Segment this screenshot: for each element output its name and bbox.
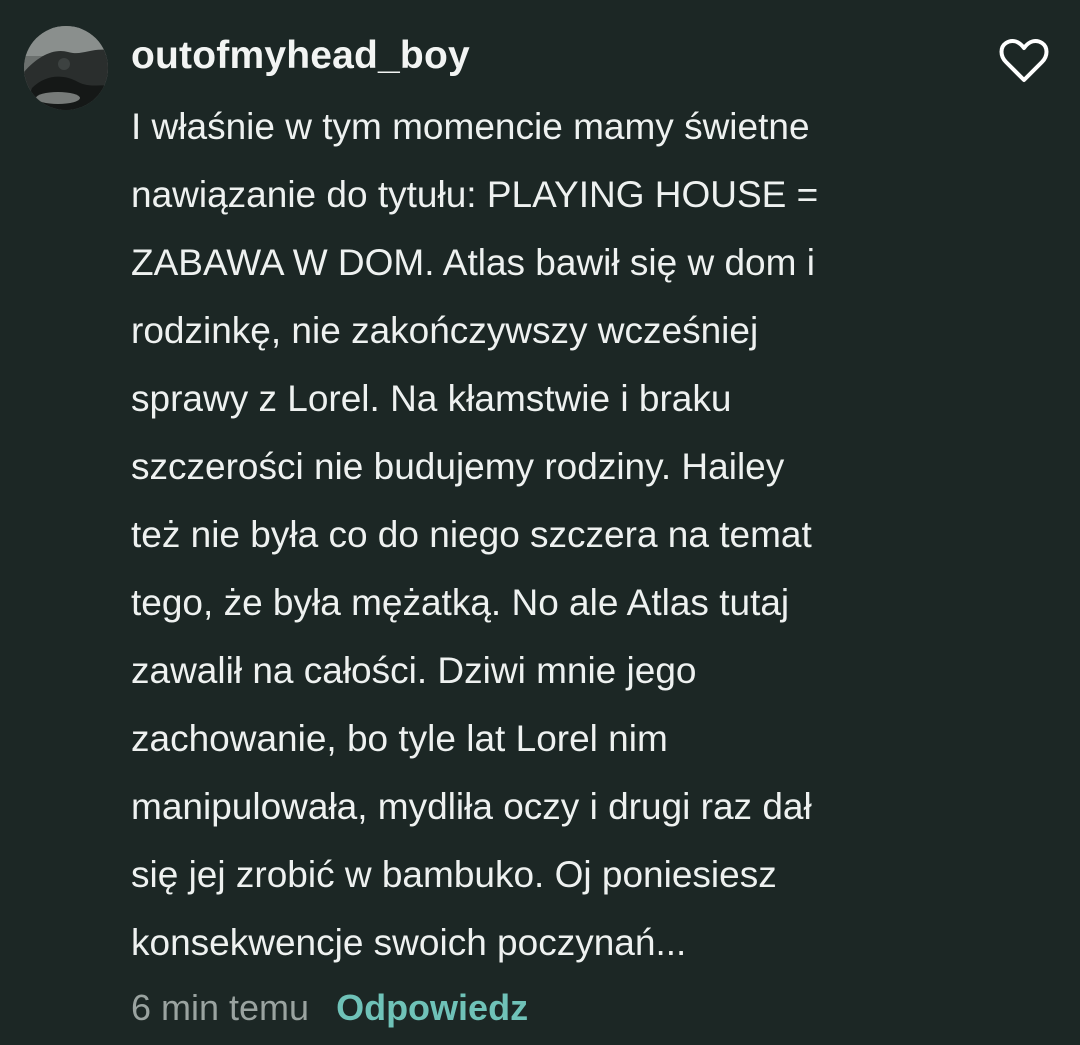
comment-text-line: zachowanie, bo tyle lat Lorel nim <box>131 718 668 759</box>
comment-text-line: się jej zrobić w bambuko. Oj poniesiesz <box>131 854 777 895</box>
comment-text-line: ZABAWA W DOM. Atlas bawił się w dom i <box>131 242 815 283</box>
comment-text-line: rodzinkę, nie zakończywszy wcześniej <box>131 310 759 351</box>
comment-text-line: tego, że była mężatką. No ale Atlas tuta… <box>131 582 790 623</box>
like-button[interactable] <box>998 38 1050 84</box>
heart-outline-icon <box>999 38 1049 82</box>
comment-text-line: I właśnie w tym momencie mamy świetne <box>131 106 810 147</box>
comment-text-line: zawalił na całości. Dziwi mnie jego <box>131 650 697 691</box>
comment-text-line: sprawy z Lorel. Na kłamstwie i braku <box>131 378 732 419</box>
comment-text-line: manipulowała, mydliła oczy i drugi raz d… <box>131 786 812 827</box>
comment-text: I właśnie w tym momencie mamy świetne na… <box>131 93 1031 977</box>
avatar[interactable] <box>24 26 108 110</box>
comment-text-line: nawiązanie do tytułu: PLAYING HOUSE = <box>131 174 819 215</box>
comment-timestamp: 6 min temu <box>131 987 310 1028</box>
comment-text-line: konsekwencje swoich poczynań... <box>131 922 687 963</box>
comment-text-line: też nie była co do niego szczera na tema… <box>131 514 812 555</box>
comment-text-line: szczerości nie budujemy rodziny. Hailey <box>131 446 785 487</box>
avatar-image <box>24 26 108 110</box>
reply-button[interactable]: Odpowiedz <box>336 987 528 1029</box>
comment-meta: 6 min temu Odpowiedz <box>131 980 528 1036</box>
comment-username[interactable]: outofmyhead_boy <box>131 30 470 82</box>
comment-item: outofmyhead_boy I właśnie w tym momencie… <box>0 0 1080 1045</box>
